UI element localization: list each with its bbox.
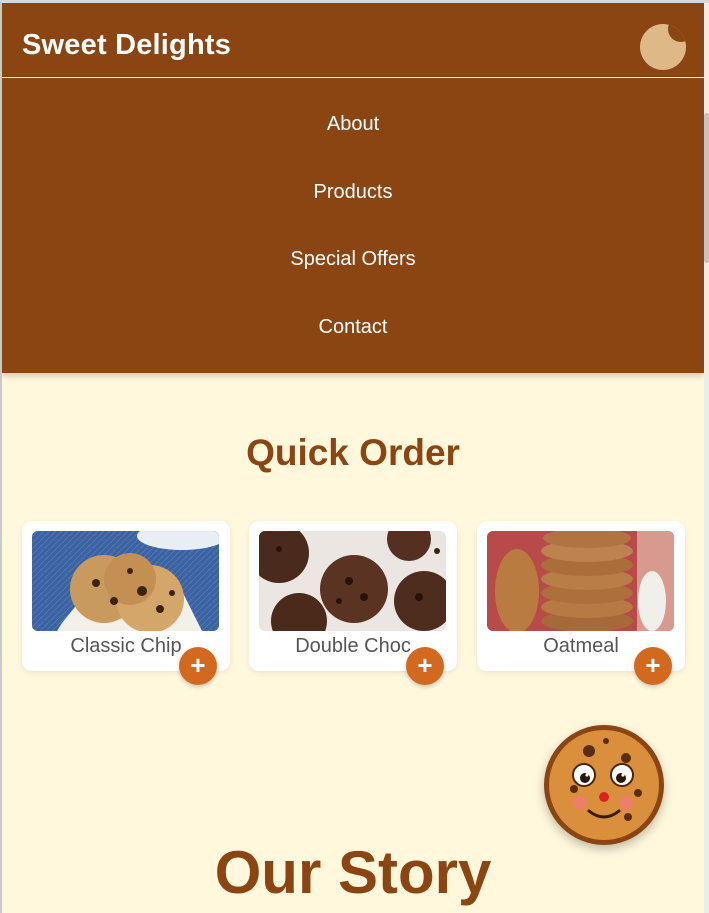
our-story-title: Our Story [214,839,492,906]
product-card-oatmeal[interactable]: Oatmeal + [477,521,685,685]
oatmeal-cookie-image [487,531,674,631]
navigation-menu: About Products Special Offers Contact [2,78,704,373]
brand-title[interactable]: Sweet Delights [22,29,231,62]
cookie-moon-icon [668,24,686,42]
cookie-mascot-button[interactable] [544,725,664,845]
theme-toggle-button[interactable] [640,24,686,70]
product-card-double-choc[interactable]: Double Choc + [249,521,457,685]
scrollbar-thumb[interactable] [704,113,709,263]
top-bar: Sweet Delights [2,3,704,77]
smiling-cookie-icon [544,725,664,845]
classic-chip-cookie-image [32,531,219,631]
add-to-cart-button[interactable]: + [634,647,672,685]
menu-item-contact[interactable]: Contact [2,316,704,339]
menu-item-special-offers[interactable]: Special Offers [2,248,704,271]
add-to-cart-button[interactable]: + [179,647,217,685]
vertical-scrollbar[interactable] [704,3,709,913]
quick-order-title: Quick Order [246,432,460,473]
double-choc-cookie-image [259,531,446,631]
product-card-classic-chip[interactable]: Classic Chip + [22,521,230,685]
menu-item-about[interactable]: About [2,113,704,136]
menu-item-products[interactable]: Products [2,181,704,204]
add-to-cart-button[interactable]: + [406,647,444,685]
